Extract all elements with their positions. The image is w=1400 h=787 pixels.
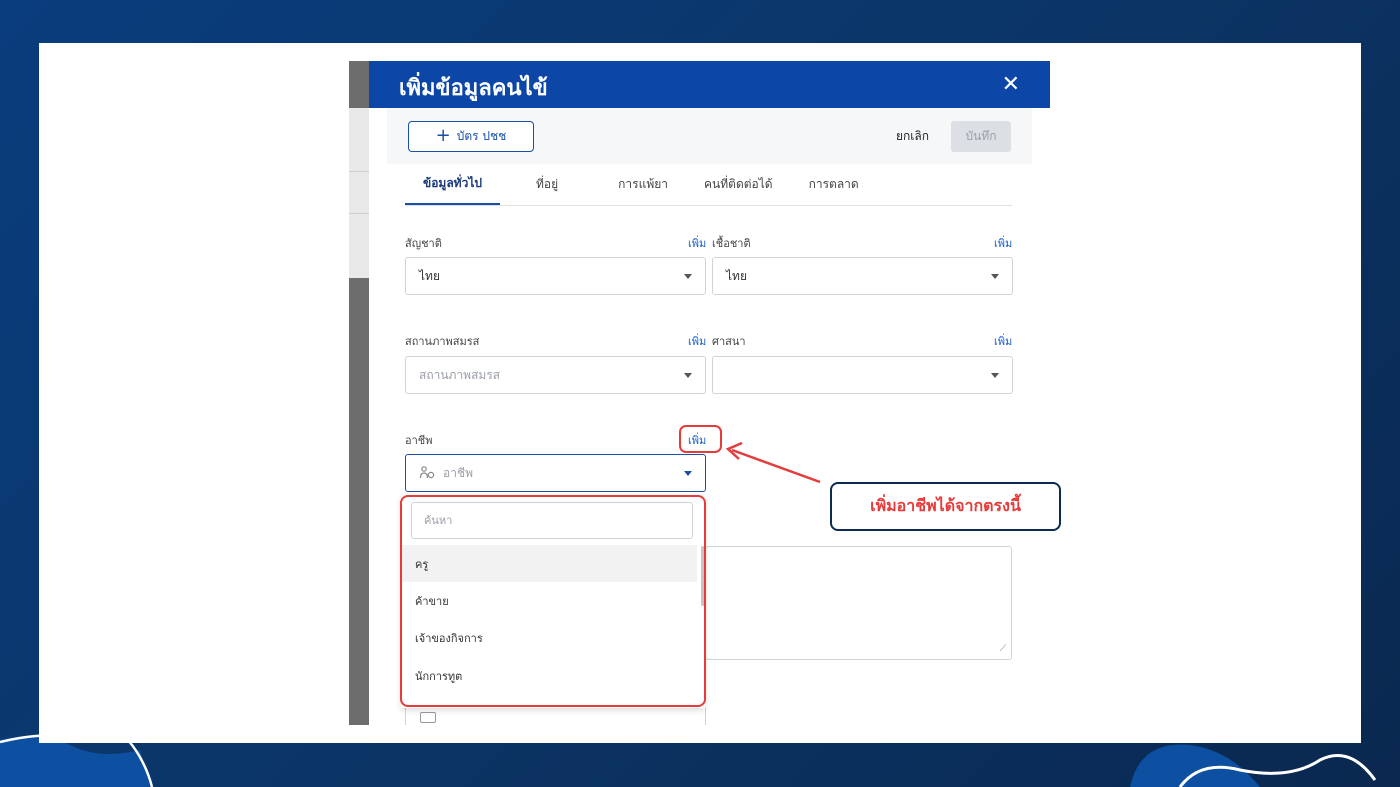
tab-address[interactable]: ที่อยู่ [500, 164, 578, 205]
occupation-option[interactable]: ครู [401, 545, 697, 582]
id-card-icon [420, 712, 436, 723]
tab-contacts[interactable]: คนที่ติดต่อได้ [686, 164, 791, 205]
background-app [349, 61, 369, 725]
nationality-label: สัญชาติ [405, 237, 442, 250]
save-button[interactable]: บันทึก [951, 120, 1011, 152]
add-id-card-button[interactable]: + บัตร ปชช [408, 120, 534, 152]
annotation-callout: เพิ่มอาชีพได้จากตรงนี้ [830, 482, 1061, 531]
add-occupation-link[interactable]: เพิ่ม [688, 431, 706, 449]
occupation-option[interactable]: เจ้าของกิจการ [401, 619, 697, 656]
cancel-button[interactable]: ยกเลิก [896, 127, 929, 146]
caret-down-icon [684, 470, 692, 476]
resize-handle-icon[interactable]: ⟋ [1000, 644, 1006, 654]
occupation-label: อาชีพ [405, 434, 433, 447]
marital-status-select[interactable]: สถานภาพสมรส [405, 356, 706, 394]
modal-header: เพิ่มข้อมูลคนไข้ ✕ [369, 61, 1050, 108]
nationality-select[interactable]: ไทย [405, 257, 706, 295]
occupation-placeholder: อาชีพ [443, 465, 473, 480]
dropdown-scrollbar[interactable] [701, 546, 705, 606]
marital-status-placeholder: สถานภาพสมรส [419, 367, 501, 382]
add-religion-link[interactable]: เพิ่ม [994, 332, 1012, 350]
ethnicity-label: เชื้อชาติ [712, 237, 751, 250]
marital-status-label: สถานภาพสมรส [405, 335, 480, 348]
close-icon[interactable]: ✕ [1002, 72, 1020, 97]
callout-text: เพิ่มอาชีพได้จากตรงนี้ [870, 496, 1021, 515]
caret-down-icon [684, 273, 692, 279]
add-ethnicity-link[interactable]: เพิ่ม [994, 234, 1012, 252]
occupation-select[interactable]: อาชีพ [405, 454, 706, 492]
caret-down-icon [684, 372, 692, 378]
add-patient-modal: เพิ่มข้อมูลคนไข้ ✕ + บัตร ปชช ยกเลิก บัน… [369, 61, 1050, 725]
modal-title: เพิ่มข้อมูลคนไข้ [399, 76, 548, 101]
ethnicity-value: ไทย [726, 268, 747, 283]
ethnicity-select[interactable]: ไทย [712, 257, 1013, 295]
occupation-dropdown: ครู ค้าขาย เจ้าของกิจการ นักการทูต [401, 496, 705, 708]
nationality-value: ไทย [419, 268, 440, 283]
add-nationality-link[interactable]: เพิ่ม [688, 234, 706, 252]
religion-select[interactable] [712, 356, 1013, 394]
tab-general[interactable]: ข้อมูลทั่วไป [405, 164, 500, 205]
caret-down-icon [991, 372, 999, 378]
modal-toolbar: + บัตร ปชช ยกเลิก บันทึก [387, 108, 1032, 164]
occupation-option[interactable]: นักการทูต [401, 657, 697, 694]
occupation-search-input[interactable] [411, 502, 693, 539]
religion-label: ศาสนา [712, 335, 746, 348]
occupation-icon [419, 466, 435, 479]
caret-down-icon [991, 273, 999, 279]
id-card-input[interactable] [405, 706, 706, 725]
tab-marketing[interactable]: การตลาด [791, 164, 877, 205]
id-card-button-label: บัตร ปชช [456, 128, 507, 143]
occupation-option[interactable]: ค้าขาย [401, 582, 697, 619]
plus-icon: + [435, 125, 451, 146]
tab-bar: ข้อมูลทั่วไป ที่อยู่ การแพ้ยา คนที่ติดต่… [405, 164, 1012, 206]
tab-allergy[interactable]: การแพ้ยา [578, 164, 686, 205]
notes-textarea[interactable]: ⟋ [705, 546, 1012, 660]
add-marital-status-link[interactable]: เพิ่ม [688, 332, 706, 350]
